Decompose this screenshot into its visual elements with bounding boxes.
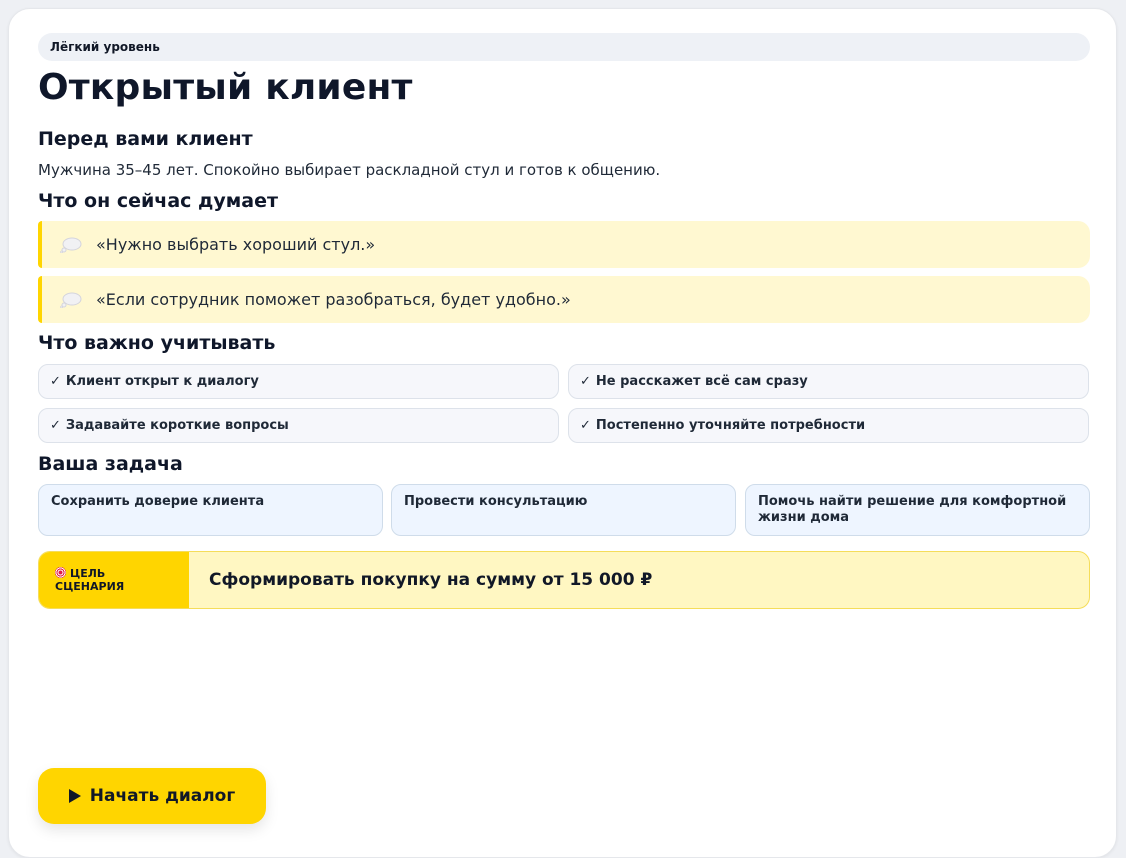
goal-text: Сформировать покупку на сумму от 15 000 …	[209, 570, 653, 590]
considerations-heading: Что важно учитывать	[38, 332, 276, 354]
start-dialog-button[interactable]: Начать диалог	[38, 768, 266, 824]
consideration-chip: ✓ Клиент открыт к диалогу	[38, 364, 559, 399]
level-label: Лёгкий уровень	[50, 40, 160, 54]
scenario-goal: ЦЕЛЬ СЦЕНАРИЯ Сформировать покупку на су…	[38, 551, 1090, 609]
play-icon	[68, 789, 81, 803]
start-dialog-label: Начать диалог	[89, 786, 236, 806]
consideration-text: Не расскажет всё сам сразу	[595, 374, 808, 389]
check-icon: ✓	[50, 418, 61, 433]
consideration-chip: ✓ Постепенно уточняйте потребности	[568, 408, 1089, 443]
thought-bubble-icon	[60, 292, 82, 308]
task-text: Помочь найти решение для комфортной жизн…	[758, 494, 1067, 525]
level-badge: Лёгкий уровень	[38, 33, 1090, 61]
task-card: Помочь найти решение для комфортной жизн…	[745, 484, 1090, 536]
goal-label-line2: СЦЕНАРИЯ	[55, 580, 125, 593]
check-icon: ✓	[580, 374, 591, 389]
client-heading: Перед вами клиент	[38, 128, 253, 150]
task-text: Провести консультацию	[404, 494, 588, 509]
consideration-text: Клиент открыт к диалогу	[65, 374, 259, 389]
task-card: Сохранить доверие клиента	[38, 484, 383, 536]
target-icon	[55, 567, 66, 578]
thoughts-heading: Что он сейчас думает	[38, 190, 279, 212]
scenario-card: Лёгкий уровень Открытый клиент Перед вам…	[8, 8, 1117, 858]
page-title: Открытый клиент	[38, 67, 413, 108]
consideration-text: Задавайте короткие вопросы	[65, 418, 289, 433]
tasks-heading: Ваша задача	[38, 453, 183, 475]
goal-label-line1: ЦЕЛЬ	[70, 567, 106, 580]
check-icon: ✓	[50, 374, 61, 389]
consideration-chip: ✓ Не расскажет всё сам сразу	[568, 364, 1089, 399]
consideration-text: Постепенно уточняйте потребности	[595, 418, 866, 433]
thought-text: «Нужно выбрать хороший стул.»	[96, 235, 376, 254]
task-text: Сохранить доверие клиента	[51, 494, 265, 509]
client-description: Мужчина 35–45 лет. Спокойно выбирает рас…	[38, 161, 661, 179]
thought-item: «Нужно выбрать хороший стул.»	[38, 221, 1090, 268]
check-icon: ✓	[580, 418, 591, 433]
thought-item: «Если сотрудник поможет разобраться, буд…	[38, 276, 1090, 323]
thought-bubble-icon	[60, 237, 82, 253]
task-card: Провести консультацию	[391, 484, 736, 536]
goal-label: ЦЕЛЬ СЦЕНАРИЯ	[39, 552, 189, 608]
consideration-chip: ✓ Задавайте короткие вопросы	[38, 408, 559, 443]
thought-text: «Если сотрудник поможет разобраться, буд…	[96, 290, 571, 309]
